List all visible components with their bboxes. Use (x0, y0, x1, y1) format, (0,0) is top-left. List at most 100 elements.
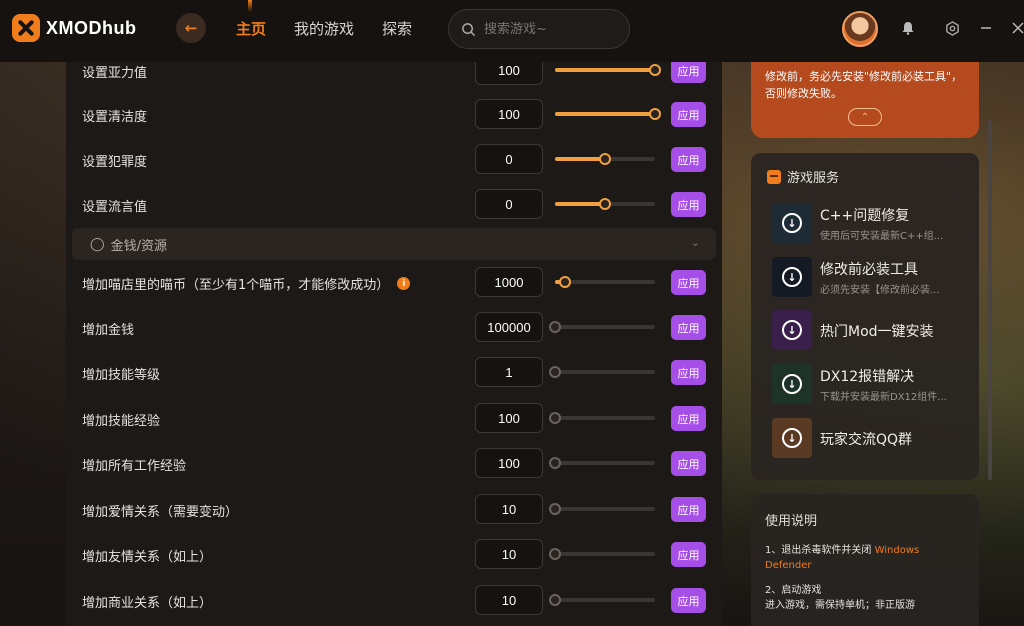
cheat-label: 增加金钱 (82, 319, 134, 338)
value-slider[interactable] (549, 321, 655, 333)
apply-button[interactable]: 应用 (671, 406, 706, 431)
minimize-icon[interactable] (978, 20, 994, 36)
apply-button[interactable]: 应用 (671, 360, 706, 385)
guide-step-1-text: 1、退出杀毒软件并关闭 (765, 545, 872, 556)
back-button[interactable]: ← (176, 13, 206, 43)
value-input[interactable]: 100 (475, 99, 543, 129)
cheat-label-text: 增加爱情关系（需要变动） (82, 505, 239, 520)
service-item[interactable]: ↓ DX12报错解决 下载并安装最新DX12组件... (772, 362, 972, 406)
value-input[interactable]: 1000 (475, 267, 543, 297)
value-input[interactable]: 0 (475, 144, 543, 174)
value-slider[interactable] (549, 503, 655, 515)
apply-button[interactable]: 应用 (671, 588, 706, 613)
slider-handle[interactable] (559, 276, 571, 288)
apply-button[interactable]: 应用 (671, 147, 706, 172)
value-slider[interactable] (555, 153, 655, 165)
guide-step-2-text: 进入游戏，需保持单机；非正版游 (765, 600, 915, 611)
cheat-label: 增加喵店里的喵币（至少有1个喵币，才能修改成功） i (82, 274, 411, 293)
slider-handle[interactable] (599, 153, 611, 165)
app-logo[interactable]: XMODhub (12, 14, 137, 42)
guide-step-2-title: 2、启动游戏 (765, 585, 822, 596)
section-title: 金钱/资源 (110, 238, 167, 254)
value-input[interactable]: 1 (475, 357, 543, 387)
service-desc: 使用后可安装最新C++组... (820, 231, 944, 242)
money-bag-icon: ◯ (90, 236, 105, 252)
section-money-resources[interactable]: ◯ 金钱/资源 ⌄ (72, 228, 716, 260)
value-slider[interactable] (555, 108, 661, 120)
apply-button[interactable]: 应用 (671, 497, 706, 522)
close-icon[interactable] (1010, 20, 1024, 36)
cheat-label-text: 增加喵店里的喵币（至少有1个喵币，才能修改成功） (82, 278, 390, 293)
user-avatar[interactable] (842, 11, 878, 47)
info-icon[interactable]: i (397, 277, 411, 290)
apply-button[interactable]: 应用 (671, 542, 706, 567)
services-header: 游戏服务 (767, 167, 839, 186)
service-item[interactable]: ↓ 修改前必装工具 必须先安装【修改前必装... (772, 255, 972, 299)
service-thumbnail: ↓ (772, 203, 812, 243)
value-slider[interactable] (549, 366, 655, 378)
value-slider[interactable] (555, 64, 661, 76)
service-item[interactable]: ↓ 玩家交流QQ群 (772, 416, 972, 460)
value-slider[interactable] (549, 412, 655, 424)
slider-handle[interactable] (549, 594, 561, 606)
value-input[interactable]: 100 (475, 403, 543, 433)
value-input[interactable]: 10 (475, 539, 543, 569)
slider-handle[interactable] (549, 412, 561, 424)
value-slider[interactable] (549, 594, 655, 606)
value-input[interactable]: 10 (475, 585, 543, 615)
search-icon (462, 22, 476, 36)
nav-explore[interactable]: 探索 (382, 18, 412, 39)
apply-button[interactable]: 应用 (671, 315, 706, 340)
settings-icon[interactable] (944, 20, 960, 36)
download-icon: ↓ (782, 374, 802, 394)
download-icon: ↓ (782, 320, 802, 340)
cheat-label: 增加友情关系（如上） (82, 546, 212, 565)
cheat-label: 增加技能等级 (82, 364, 160, 383)
value-slider[interactable] (555, 198, 655, 210)
apply-button[interactable]: 应用 (671, 451, 706, 476)
notification-icon[interactable] (900, 20, 916, 36)
search-input[interactable] (484, 21, 614, 37)
service-item[interactable]: ↓ C++问题修复使用后可安装最新C++组... (772, 201, 972, 245)
slider-handle[interactable] (549, 321, 561, 333)
right-scrollbar[interactable] (988, 120, 992, 480)
service-item[interactable]: ↓ 热门Mod一键安装 (772, 308, 972, 352)
slider-handle[interactable] (649, 64, 661, 76)
value-input[interactable]: 100 (475, 62, 543, 85)
chevron-up-icon: ⌃ (860, 111, 870, 123)
cheat-row: 增加友情关系（如上） 10 应用 (66, 532, 722, 577)
xmod-logo-icon (12, 14, 40, 42)
service-name: C++问题修复 (820, 208, 910, 224)
cheat-label-text: 增加技能经验 (82, 414, 161, 429)
value-input[interactable]: 100000 (475, 312, 543, 342)
value-input[interactable]: 100 (475, 448, 543, 478)
value-slider[interactable] (549, 457, 655, 469)
slider-handle[interactable] (549, 366, 561, 378)
collapse-button[interactable]: ⌃ (848, 108, 882, 126)
nav-home[interactable]: 主页 (236, 0, 266, 39)
cheat-label: 增加技能经验 (82, 410, 160, 429)
apply-button[interactable]: 应用 (671, 102, 706, 127)
usage-guide-card: 使用说明 1、退出杀毒软件并关闭 Windows Defender 2、启动游戏… (751, 494, 979, 626)
cheat-list-panel: ◯ 金钱/资源 ⌄ 设置亚力值 100 应用 设置清洁度 100 应用 设置犯罪度 0 应用 设置… (66, 62, 722, 626)
apply-button[interactable]: 应用 (671, 62, 706, 83)
slider-handle[interactable] (549, 457, 561, 469)
service-desc: 必须先安装【修改前必装... (820, 285, 940, 296)
value-input[interactable]: 0 (475, 189, 543, 219)
nav-my-games[interactable]: 我的游戏 (294, 18, 354, 39)
slider-handle[interactable] (549, 548, 561, 560)
download-icon: ↓ (782, 267, 802, 287)
game-services-card: 游戏服务 ↓ C++问题修复使用后可安装最新C++组... ↓ 修改前必装工具 必须先安… (751, 153, 979, 480)
value-slider[interactable] (549, 548, 655, 560)
service-desc: 下载并安装最新DX12组件... (820, 392, 947, 403)
apply-button[interactable]: 应用 (671, 192, 706, 217)
cheat-label: 设置流言值 (82, 196, 147, 215)
value-input[interactable]: 10 (475, 494, 543, 524)
slider-handle[interactable] (599, 198, 611, 210)
cheat-label-text: 设置犯罪度 (82, 155, 148, 170)
value-slider[interactable] (555, 276, 655, 288)
apply-button[interactable]: 应用 (671, 270, 706, 295)
slider-handle[interactable] (549, 503, 561, 515)
search-box[interactable] (448, 9, 630, 49)
slider-handle[interactable] (649, 108, 661, 120)
